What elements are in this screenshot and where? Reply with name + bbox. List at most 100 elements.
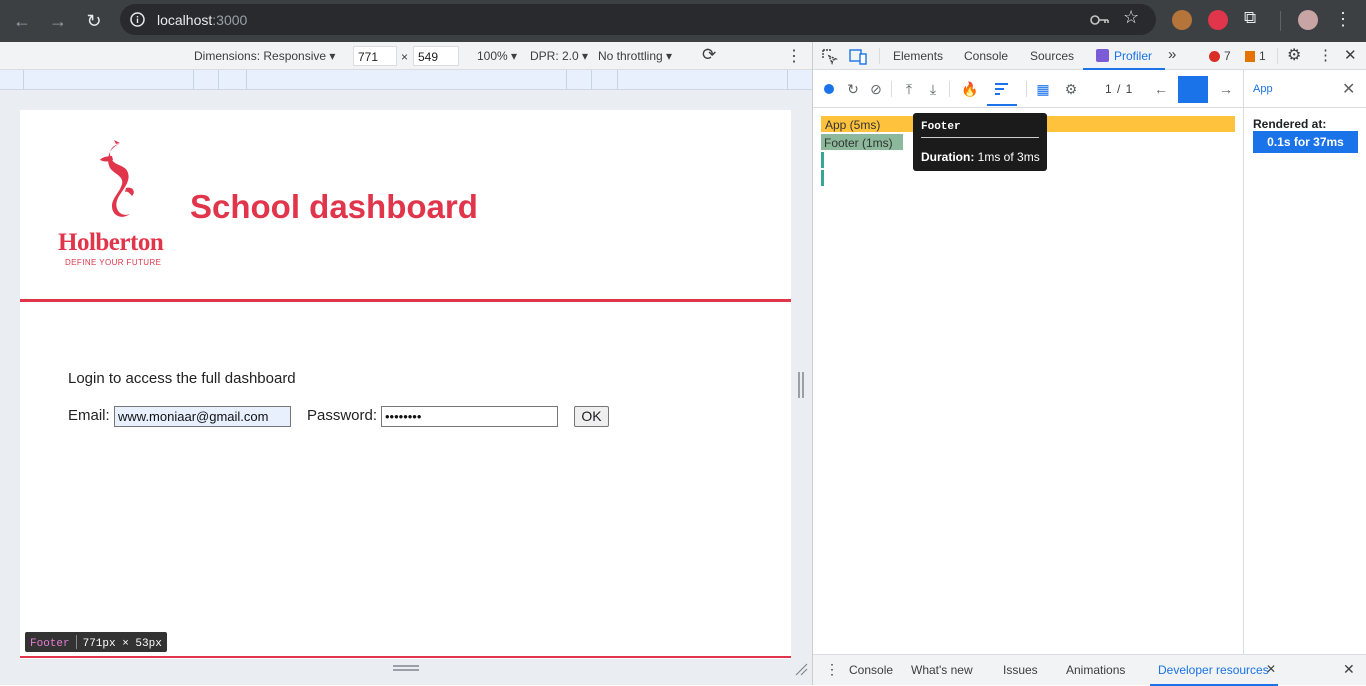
bookmark-star-icon[interactable]: ☆ — [1123, 7, 1139, 28]
tab-sources[interactable]: Sources — [1030, 49, 1074, 63]
tab-profiler-label: Profiler — [1114, 49, 1153, 63]
password-field[interactable]: •••••••• — [381, 406, 558, 427]
menu-kebab-icon[interactable]: ⋮ — [1334, 9, 1352, 30]
rendered-at-label: Rendered at: — [1253, 117, 1327, 131]
clear-icon[interactable]: ⊘ — [868, 81, 884, 97]
page-title: School dashboard — [190, 188, 478, 225]
drawer-tab-console[interactable]: Console — [849, 663, 893, 677]
flamegraph-icon[interactable]: 🔥 — [961, 81, 978, 97]
address-bar[interactable]: localhost:3000 ☆ — [120, 4, 1156, 35]
devtools-panel: Elements Console Sources Profiler » 7 1 … — [812, 42, 1366, 686]
tab-elements[interactable]: Elements — [893, 49, 943, 63]
rotate-icon[interactable]: ⟳ — [702, 45, 716, 65]
tab-profiler[interactable]: Profiler — [1083, 42, 1165, 70]
upload-icon[interactable]: ⤒ — [901, 81, 917, 97]
url-text: localhost:3000 — [157, 12, 248, 28]
component-side-panel: App ✕ Rendered at: 0.1s for 37ms — [1243, 70, 1366, 654]
side-panel-header: App ✕ — [1244, 70, 1366, 108]
dpr-dropdown[interactable]: DPR: 2.0 ▾ — [530, 49, 588, 63]
drawer-menu-icon[interactable]: ⋮ — [825, 661, 839, 678]
logo-tagline: DEFINE YOUR FUTURE — [65, 258, 162, 267]
media-query-ruler[interactable] — [0, 70, 812, 90]
header-divider — [20, 299, 791, 302]
close-side-panel-icon[interactable]: ✕ — [1342, 79, 1355, 99]
child-render-bar[interactable] — [821, 170, 824, 186]
drawer-tab-animations[interactable]: Animations — [1066, 663, 1125, 677]
ranked-tab-indicator — [987, 104, 1017, 106]
reload-icon[interactable]: ↻ — [82, 9, 106, 33]
resize-handle-right[interactable] — [798, 372, 804, 398]
footer-divider — [20, 656, 791, 658]
email-label: Email: — [68, 407, 110, 424]
commit-counter: 1 / 1 — [1105, 82, 1134, 96]
seahorse-icon — [100, 140, 134, 217]
close-drawer-icon[interactable]: ✕ — [1343, 661, 1355, 678]
settings-gear-icon[interactable]: ⚙ — [1287, 45, 1301, 65]
email-field[interactable]: www.moniaar@gmail.com — [114, 406, 291, 427]
inspect-element-icon[interactable] — [822, 49, 838, 65]
app-bar-label: App (5ms) — [825, 118, 881, 132]
device-toggle-icon[interactable] — [849, 49, 867, 65]
drawer-tab-issues[interactable]: Issues — [1003, 663, 1038, 677]
holberton-logo: Holberton DEFINE YOUR FUTURE — [56, 140, 176, 270]
width-input[interactable]: 771 — [353, 46, 397, 66]
toolbar-divider — [1280, 11, 1281, 31]
child-render-bar[interactable] — [821, 152, 824, 168]
back-arrow-icon[interactable]: ← — [10, 9, 34, 33]
drawer-tab-developer-resources[interactable]: Developer resources ✕ — [1150, 655, 1278, 686]
browser-toolbar: ← → ↻ localhost:3000 ☆ ⧉ ⋮ — [0, 0, 1366, 42]
throttling-dropdown[interactable]: No throttling ▾ — [598, 49, 672, 63]
flame-tooltip: Footer Duration: 1ms of 3ms — [913, 113, 1047, 171]
timeline-calendar-icon[interactable]: ▦ — [1035, 81, 1051, 97]
resize-handle-bottom[interactable] — [393, 665, 419, 671]
ranked-chart-icon[interactable] — [994, 82, 1010, 96]
ok-button[interactable]: OK — [574, 406, 609, 427]
zoom-dropdown[interactable]: 100% ▾ — [477, 49, 517, 63]
flame-chart: App (5ms) Footer (1ms) Footer Duration: … — [813, 108, 1243, 654]
login-message: Login to access the full dashboard — [68, 370, 296, 387]
inspect-tooltip-size: 771px × 53px — [82, 638, 162, 650]
tooltip-component-name: Footer — [921, 121, 961, 133]
drawer-tab-developer-resources-label: Developer resources — [1158, 663, 1269, 677]
drawer-tab-whats-new[interactable]: What's new — [911, 663, 973, 677]
tab-console[interactable]: Console — [964, 49, 1008, 63]
more-tabs-icon[interactable]: » — [1168, 46, 1176, 63]
warning-count[interactable]: 1 — [1259, 49, 1266, 63]
forward-arrow-icon[interactable]: → — [46, 9, 70, 33]
dimension-separator: × — [401, 50, 409, 64]
close-tab-icon[interactable]: ✕ — [1266, 662, 1276, 676]
extensions-puzzle-icon[interactable]: ⧉ — [1244, 8, 1256, 28]
footer-bar-label: Footer (1ms) — [824, 136, 893, 150]
next-commit-icon[interactable]: → — [1218, 81, 1234, 97]
error-icon[interactable] — [1209, 51, 1220, 62]
close-devtools-icon[interactable]: ✕ — [1344, 46, 1357, 64]
selected-component-name: App — [1253, 83, 1273, 95]
reload-profile-icon[interactable]: ↻ — [845, 81, 861, 97]
device-toolbar: Dimensions: Responsive ▾ 771 × 549 100% … — [0, 42, 812, 70]
download-icon[interactable]: ⤓ — [925, 81, 941, 97]
commit-bar[interactable] — [1178, 76, 1208, 103]
tooltip-divider — [921, 137, 1039, 138]
inspect-tooltip-name: Footer — [30, 638, 70, 650]
error-count[interactable]: 7 — [1224, 49, 1231, 63]
rendered-at-value[interactable]: 0.1s for 37ms — [1253, 131, 1358, 153]
profile-avatar[interactable] — [1298, 10, 1318, 30]
more-options-icon[interactable]: ⋮ — [786, 46, 802, 66]
site-info-icon[interactable] — [130, 12, 145, 27]
warning-icon[interactable] — [1245, 51, 1255, 62]
footer-render-bar[interactable]: Footer (1ms) — [821, 134, 903, 150]
record-icon[interactable] — [824, 84, 834, 94]
profiler-toolbar: ↻ ⊘ ⤒ ⤓ 🔥 ▦ ⚙ 1 / 1 ← → — [813, 70, 1243, 108]
extension-icon[interactable] — [1208, 10, 1228, 30]
prev-commit-icon[interactable]: ← — [1153, 81, 1169, 97]
devtools-menu-icon[interactable]: ⋮ — [1318, 46, 1333, 64]
resize-corner-icon[interactable] — [794, 662, 808, 676]
cookie-extension-icon[interactable] — [1172, 10, 1192, 30]
logo-wordmark: Holberton — [58, 229, 164, 256]
height-input[interactable]: 549 — [413, 46, 459, 66]
profiler-settings-icon[interactable]: ⚙ — [1063, 81, 1079, 97]
devtools-drawer: ⋮ Console What's new Issues Animations D… — [813, 654, 1366, 686]
key-icon[interactable] — [1090, 13, 1110, 27]
dimensions-dropdown[interactable]: Dimensions: Responsive ▾ — [194, 49, 335, 63]
app-page: Holberton DEFINE YOUR FUTURE School dash… — [20, 110, 791, 659]
